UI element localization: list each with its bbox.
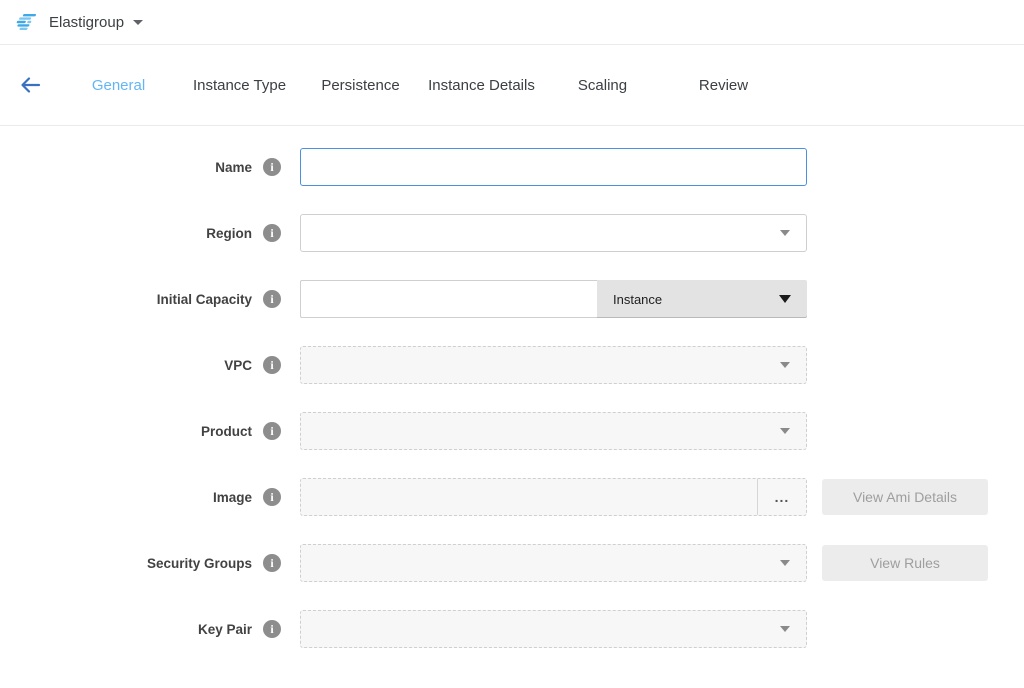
security-groups-label: Security Groups [0,556,252,571]
tab-instance-details[interactable]: Instance Details [421,77,542,94]
vpc-label: VPC [0,358,252,373]
chevron-down-icon[interactable] [133,20,143,25]
vpc-select [300,346,807,384]
tab-review[interactable]: Review [663,77,784,94]
product-row: Product i [0,412,1024,450]
general-settings-form: Name i Region i Initial Capacity i Insta… [0,126,1024,648]
security-groups-row: Security Groups i View Rules [0,544,1024,582]
tab-persistence[interactable]: Persistence [300,77,421,94]
vpc-row: VPC i [0,346,1024,384]
capacity-unit-value: Instance [613,292,662,307]
initial-capacity-row: Initial Capacity i Instance [0,280,1024,318]
info-icon[interactable]: i [263,290,281,308]
product-label: Product [0,424,252,439]
name-input[interactable] [300,148,807,186]
browse-ami-button: ... [757,479,806,515]
region-row: Region i [0,214,1024,252]
chevron-down-icon [780,230,790,236]
back-arrow-icon[interactable] [18,73,58,97]
chevron-down-icon [780,626,790,632]
chevron-down-icon [780,362,790,368]
name-row: Name i [0,148,1024,186]
tab-general[interactable]: General [58,77,179,94]
region-label: Region [0,226,252,241]
chevron-down-icon [780,560,790,566]
region-select[interactable] [300,214,807,252]
info-icon[interactable]: i [263,488,281,506]
capacity-unit-select[interactable]: Instance [597,280,807,318]
key-pair-row: Key Pair i [0,610,1024,648]
image-label: Image [0,490,252,505]
chevron-down-icon [779,295,791,303]
tab-scaling[interactable]: Scaling [542,77,663,94]
top-bar: Elastigroup [0,0,1024,45]
image-input: ... [300,478,807,516]
elastigroup-logo-icon [14,11,40,33]
info-icon[interactable]: i [263,158,281,176]
info-icon[interactable]: i [263,620,281,638]
info-icon[interactable]: i [263,554,281,572]
tab-instance-type[interactable]: Instance Type [179,77,300,94]
brand-name: Elastigroup [49,14,124,31]
info-icon[interactable]: i [263,224,281,242]
image-row: Image i ... View Ami Details [0,478,1024,516]
initial-capacity-label: Initial Capacity [0,292,252,307]
initial-capacity-input[interactable] [300,280,597,318]
info-icon[interactable]: i [263,356,281,374]
key-pair-select [300,610,807,648]
key-pair-label: Key Pair [0,622,252,637]
wizard-tab-bar: General Instance Type Persistence Instan… [0,45,1024,126]
view-ami-details-button: View Ami Details [822,479,988,515]
chevron-down-icon [780,428,790,434]
name-label: Name [0,160,252,175]
view-rules-button: View Rules [822,545,988,581]
product-select [300,412,807,450]
security-groups-select [300,544,807,582]
info-icon[interactable]: i [263,422,281,440]
